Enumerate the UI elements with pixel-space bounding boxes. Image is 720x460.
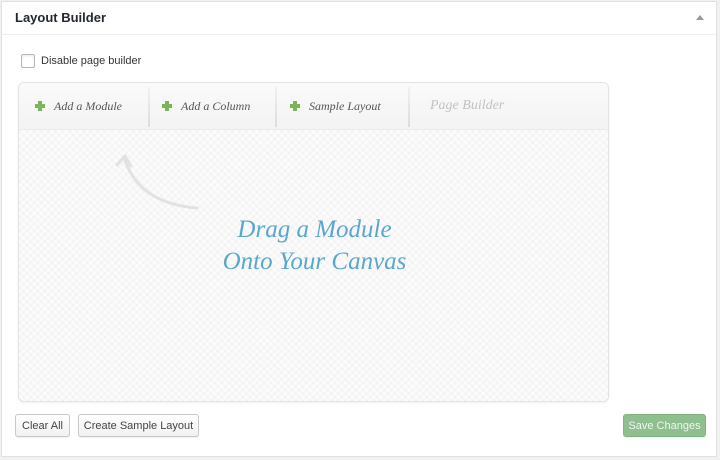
plus-icon bbox=[290, 101, 300, 111]
sample-layout-label: Sample Layout bbox=[309, 98, 381, 113]
add-column-label: Add a Column bbox=[181, 98, 251, 113]
page-builder-label: Page Builder bbox=[430, 98, 505, 113]
panel-title: Layout Builder bbox=[15, 10, 107, 25]
panel-header: Layout Builder bbox=[2, 2, 716, 35]
plus-icon bbox=[35, 101, 45, 111]
save-changes-button[interactable]: Save Changes bbox=[623, 414, 706, 437]
toolbar-divider bbox=[275, 87, 277, 127]
toolbar-divider bbox=[408, 87, 410, 127]
disable-page-builder-checkbox[interactable] bbox=[21, 54, 35, 68]
add-column-button[interactable]: Add a Column bbox=[162, 83, 250, 129]
builder-toolbar: Add a Module Add a Column Sample Layout … bbox=[19, 83, 608, 130]
hint-line-2: Onto Your Canvas bbox=[222, 248, 407, 275]
disable-page-builder-option[interactable]: Disable page builder bbox=[21, 53, 141, 69]
clear-all-button[interactable]: Clear All bbox=[15, 414, 70, 437]
page-builder-area: Add a Module Add a Column Sample Layout … bbox=[18, 82, 609, 402]
sample-layout-button[interactable]: Sample Layout bbox=[290, 83, 381, 129]
layout-builder-panel: Layout Builder Disable page builder Add … bbox=[1, 1, 717, 457]
plus-icon bbox=[162, 101, 172, 111]
create-sample-layout-button[interactable]: Create Sample Layout bbox=[78, 414, 199, 437]
builder-canvas[interactable]: Drag a Module Onto Your Canvas bbox=[19, 130, 608, 401]
caret-up-icon[interactable] bbox=[696, 15, 704, 20]
toolbar-divider bbox=[148, 87, 150, 127]
add-module-button[interactable]: Add a Module bbox=[35, 83, 122, 129]
disable-page-builder-label: Disable page builder bbox=[41, 55, 142, 67]
drag-module-hint: Drag a Module Onto Your Canvas bbox=[19, 214, 608, 278]
hint-line-1: Drag a Module bbox=[237, 216, 392, 243]
add-module-label: Add a Module bbox=[54, 98, 122, 113]
curved-arrow-icon bbox=[115, 154, 199, 210]
